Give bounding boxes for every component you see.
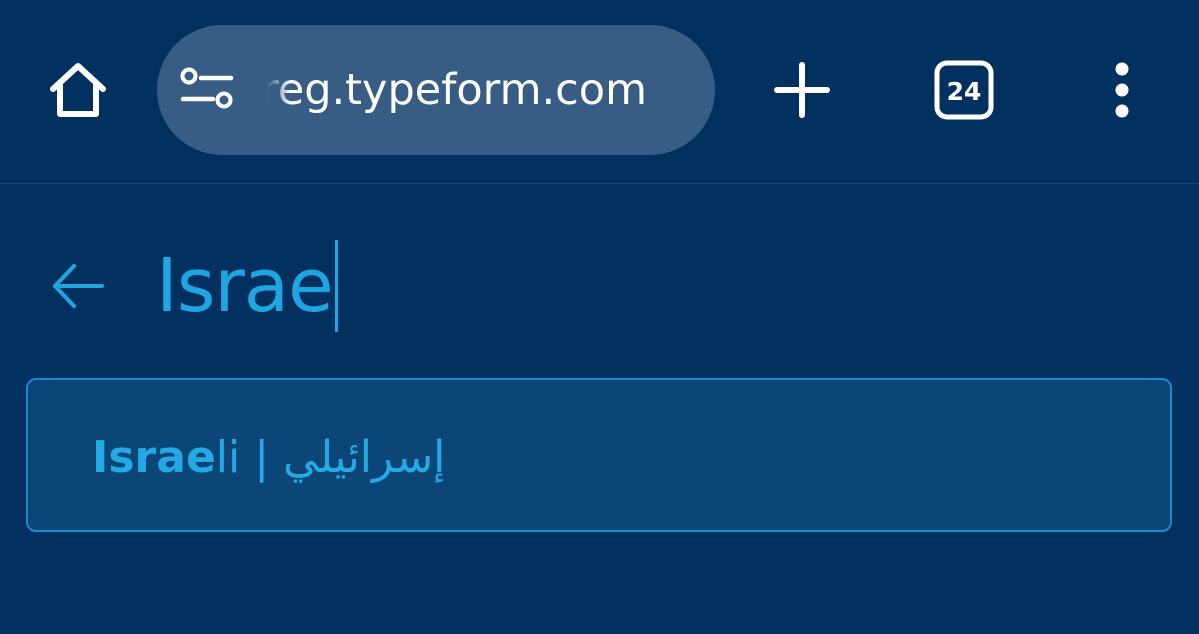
- suggestion-label: Israeli | إسرائيلي: [92, 430, 445, 486]
- tab-switcher-icon: 24: [934, 60, 994, 120]
- menu-button[interactable]: [1090, 52, 1154, 128]
- url-text: reg.typeform.com: [261, 65, 647, 115]
- arrow-left-icon[interactable]: [50, 262, 106, 310]
- suggestion-match: Israe: [92, 432, 216, 483]
- plus-icon: [774, 62, 830, 118]
- suggestion-option[interactable]: Israeli | إسرائيلي: [26, 378, 1172, 532]
- browser-toolbar: reg.typeform.com 24: [0, 0, 1199, 184]
- tab-switcher-button[interactable]: 24: [922, 52, 1006, 128]
- tab-count: 24: [947, 77, 982, 106]
- search-input[interactable]: Israe: [156, 238, 334, 334]
- search-field[interactable]: Israe: [156, 238, 338, 334]
- tune-icon[interactable]: [179, 67, 235, 111]
- address-bar[interactable]: reg.typeform.com: [157, 25, 715, 155]
- home-button[interactable]: [36, 52, 120, 128]
- home-icon: [50, 63, 106, 117]
- suggestion-rest: li | إسرائيلي: [215, 432, 446, 483]
- new-tab-button[interactable]: [762, 52, 842, 128]
- text-caret: [334, 240, 338, 332]
- more-vert-icon: [1115, 62, 1129, 118]
